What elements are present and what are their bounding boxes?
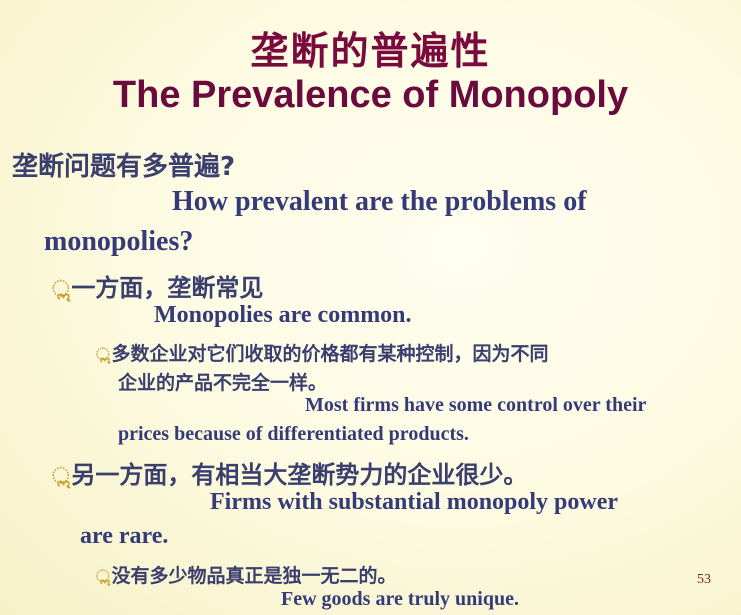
bullet-icon: ೢ <box>52 463 70 489</box>
bullet-icon: ೢ <box>52 276 70 302</box>
question-chinese: 垄断问题有多普遍? <box>12 152 236 182</box>
sub-bullet-unique: ೢ 没有多少物品真正是独一无二的。 <box>96 561 396 588</box>
sub-bullet-chinese-line1: 多数企业对它们收取的价格都有某种控制，因为不同 <box>111 343 549 365</box>
sub-bullet-english-line2: prices because of differentiated product… <box>118 423 469 445</box>
bullet-one-common: ೢ一方面，垄断常见 <box>52 268 263 303</box>
bullet-two-chinese: 另一方面，有相当大垄断势力的企业很少。 <box>71 461 528 489</box>
question-english-line1: How prevalent are the problems of <box>172 186 587 217</box>
page-number: 53 <box>697 572 711 587</box>
bullet-icon: ೢ <box>96 345 110 365</box>
bullet-two-english-line1: Firms with substantial monopoly power <box>210 489 619 515</box>
slide-title-chinese: 垄断的普遍性 <box>250 29 491 73</box>
question-english-line2: monopolies? <box>44 226 194 257</box>
bullet-icon: ೢ <box>96 567 110 587</box>
bullet-one-english: Monopolies are common. <box>154 302 412 328</box>
sub-bullet-chinese-line2: 企业的产品不完全一样。 <box>118 372 328 394</box>
sub-bullet-english-line1: Most firms have some control over their <box>305 394 647 416</box>
slide-title-english: The Prevalence of Monopoly <box>112 74 629 116</box>
sub-bullet-unique-english: Few goods are truly unique. <box>281 588 519 610</box>
bullet-two-rare: ೢ另一方面，有相当大垄断势力的企业很少。 <box>52 455 527 490</box>
sub-bullet-differentiated: ೢ 多数企业对它们收取的价格都有某种控制，因为不同 <box>96 339 548 366</box>
bullet-two-english-line2: are rare. <box>80 523 169 549</box>
sub-bullet-unique-chinese: 没有多少物品真正是独一无二的。 <box>111 565 397 587</box>
bullet-one-chinese: 一方面，垄断常见 <box>71 274 264 302</box>
